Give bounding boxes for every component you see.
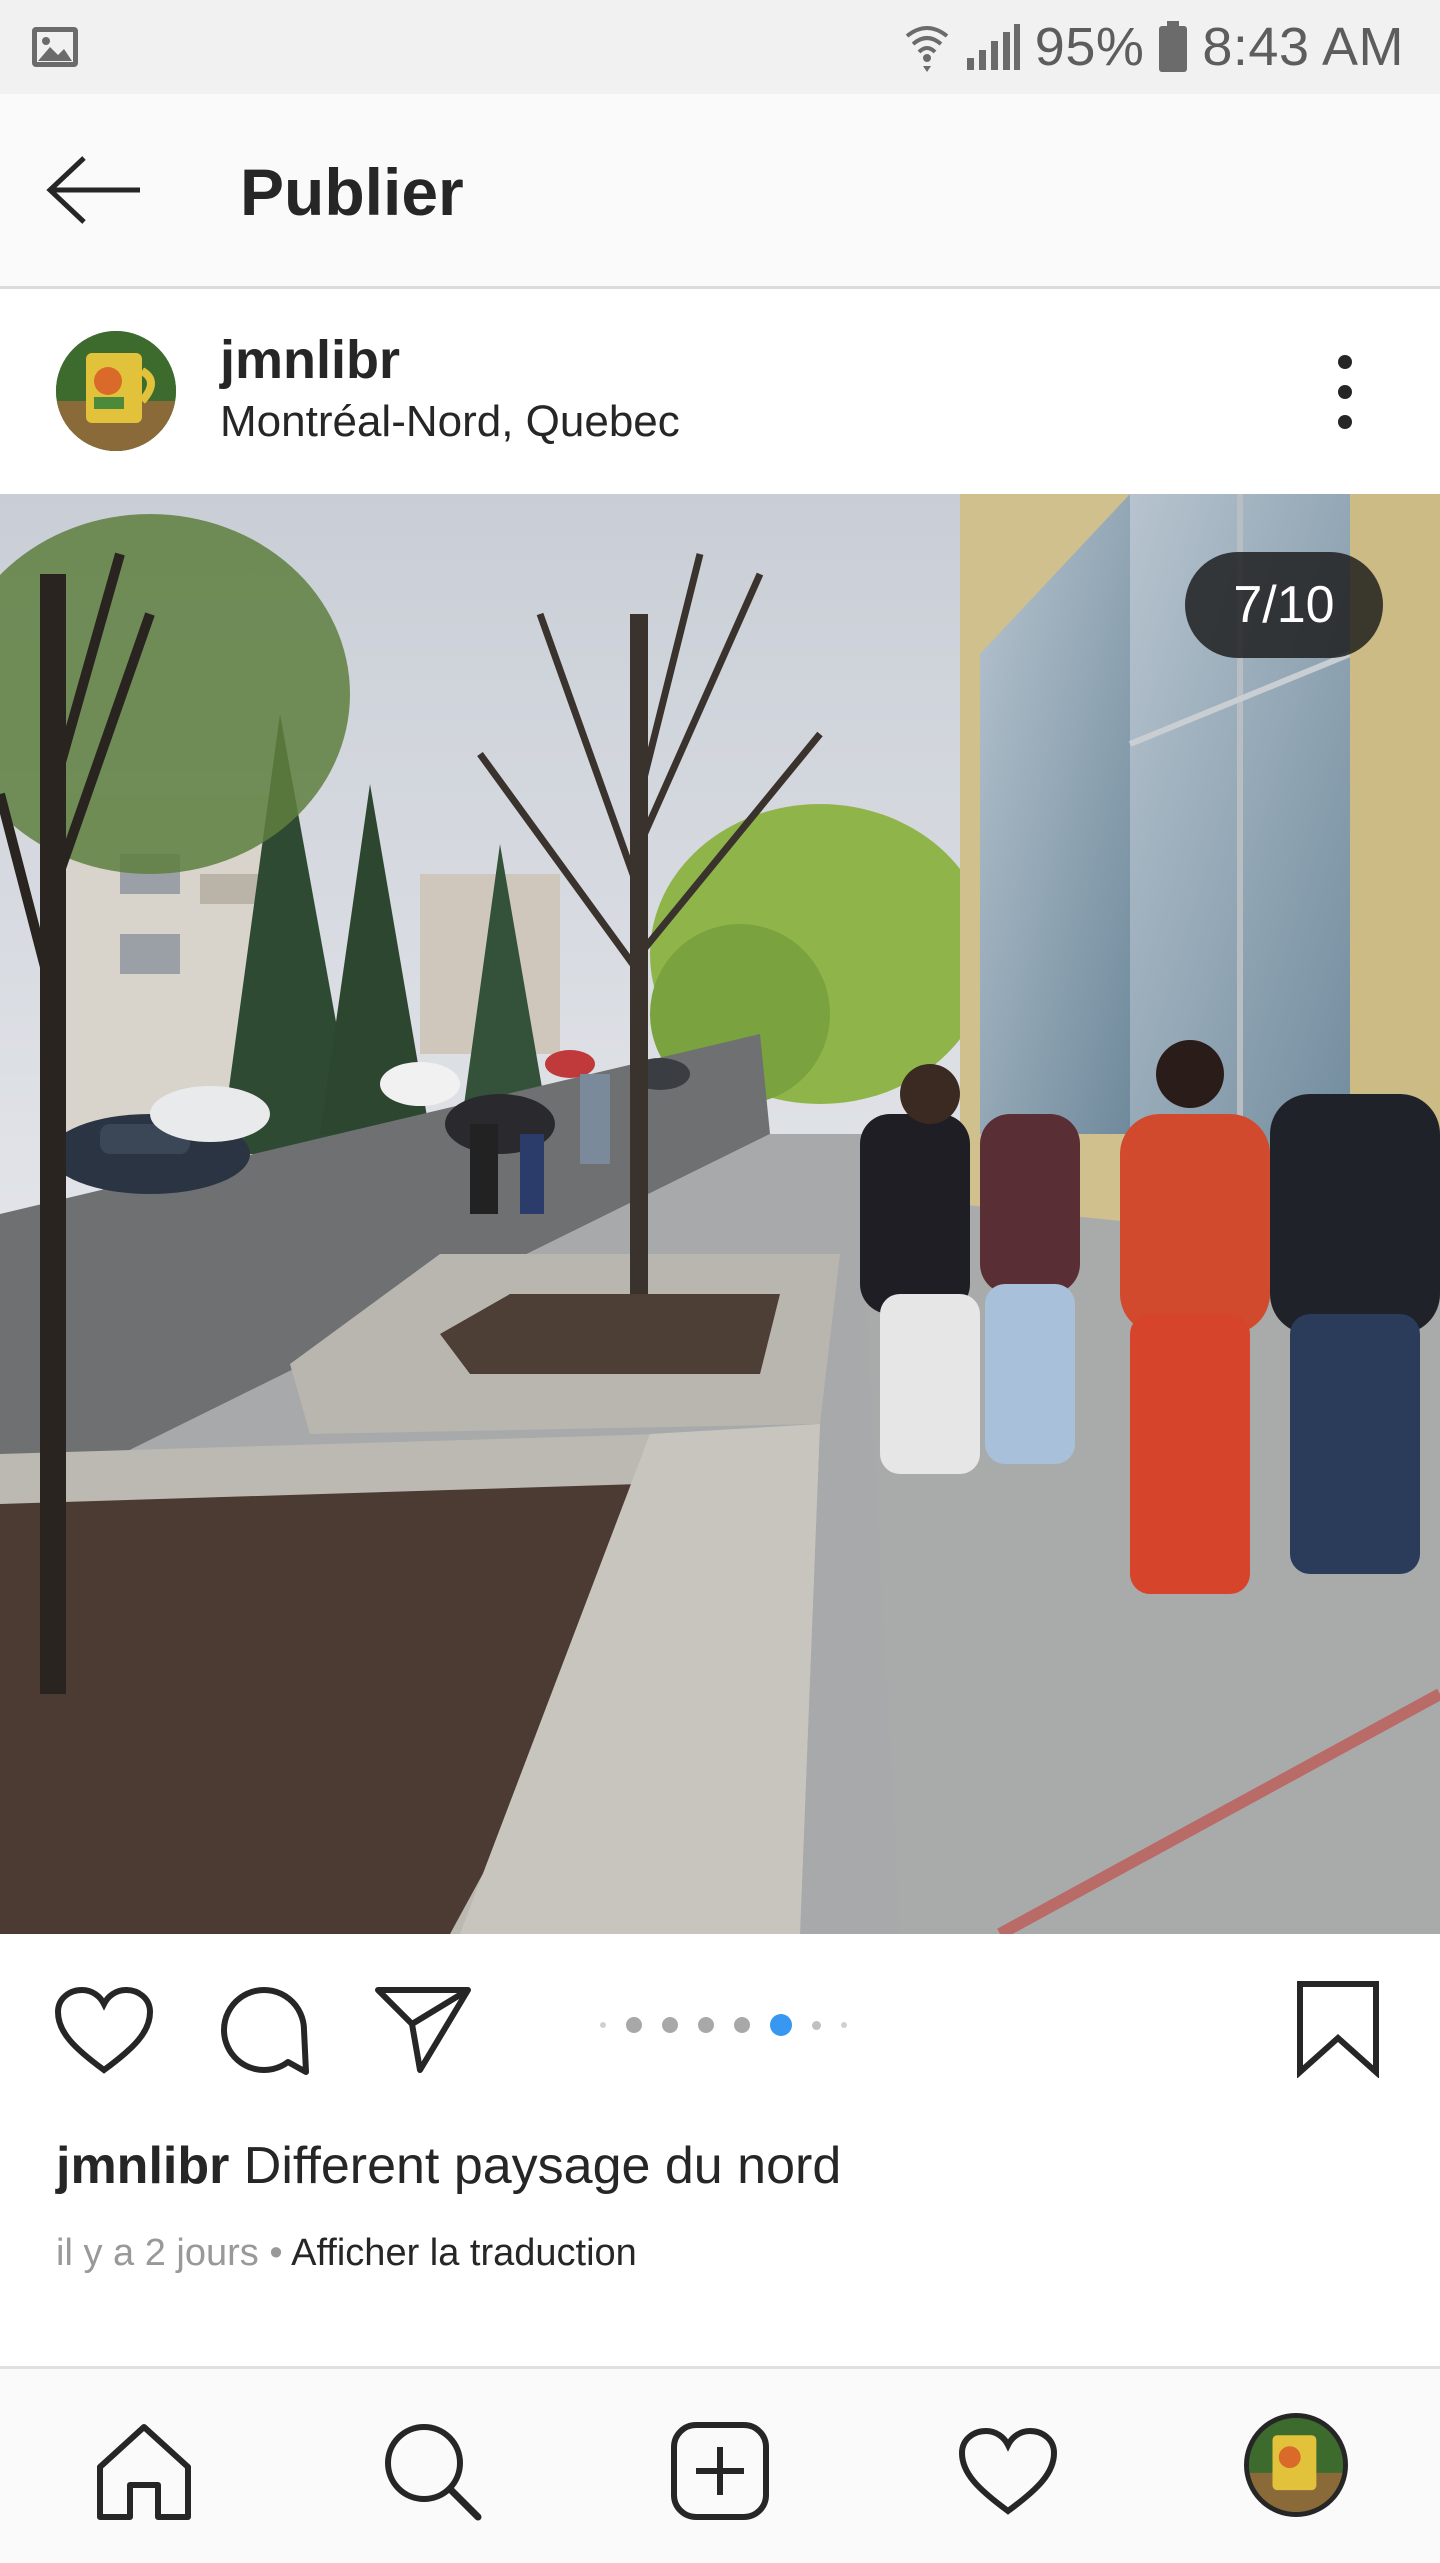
add-post-icon[interactable]: [668, 2419, 772, 2523]
post-username[interactable]: jmnlibr: [220, 329, 400, 391]
post-header: jmnlibr Montréal-Nord, Quebec: [0, 289, 1440, 494]
avatar-image: [56, 331, 176, 451]
see-translation-link[interactable]: Afficher la traduction: [291, 2232, 637, 2274]
comment-icon[interactable]: [218, 1984, 310, 2076]
signal-icon: [966, 24, 1020, 70]
post-meta: il y a 2 jours • Afficher la traduction: [56, 2232, 637, 2275]
meta-separator: •: [269, 2232, 283, 2274]
more-options-icon[interactable]: [1318, 347, 1372, 437]
bottom-navigation: [0, 2366, 1440, 2563]
media-counter-badge: 7/10: [1185, 552, 1383, 658]
user-avatar[interactable]: [56, 331, 176, 451]
carousel-dot: [812, 2020, 821, 2030]
battery-icon: [1159, 21, 1188, 72]
clock: 8:43 AM: [1202, 17, 1404, 77]
post-photo[interactable]: 7/10: [0, 494, 1440, 1934]
profile-avatar-image: [1249, 2418, 1343, 2512]
carousel-dot: [662, 2017, 678, 2033]
caption-username[interactable]: jmnlibr: [56, 2137, 229, 2195]
carousel-dot: [734, 2017, 750, 2033]
back-arrow-icon[interactable]: [44, 150, 144, 230]
app-header: Publier: [0, 94, 1440, 289]
battery-percent: 95%: [1034, 17, 1145, 77]
post-timestamp: il y a 2 jours: [56, 2232, 259, 2274]
bookmark-icon[interactable]: [1294, 1978, 1382, 2078]
carousel-dot: [841, 2022, 847, 2028]
carousel-dot: [600, 2022, 606, 2028]
post-actions: [0, 1934, 1440, 2104]
carousel-dot: [626, 2017, 642, 2033]
activity-heart-icon[interactable]: [956, 2419, 1060, 2523]
caption-text: Different paysage du nord: [243, 2137, 842, 2195]
home-icon[interactable]: [92, 2419, 196, 2523]
profile-avatar[interactable]: [1244, 2413, 1348, 2517]
post-caption: jmnlibr Different paysage du nord: [56, 2136, 841, 2196]
carousel-dot-active: [770, 2014, 792, 2036]
carousel-dot: [698, 2017, 714, 2033]
search-icon[interactable]: [380, 2419, 484, 2523]
gallery-icon: [32, 27, 78, 67]
wifi-icon: [905, 26, 949, 72]
share-icon[interactable]: [374, 1984, 472, 2074]
heart-icon[interactable]: [54, 1986, 154, 2076]
carousel-indicator: [600, 2013, 847, 2037]
street-scene-image: [0, 494, 1440, 1934]
status-bar: 95% 8:43 AM: [0, 0, 1440, 94]
page-title: Publier: [240, 155, 464, 229]
post-location[interactable]: Montréal-Nord, Quebec: [220, 397, 680, 447]
